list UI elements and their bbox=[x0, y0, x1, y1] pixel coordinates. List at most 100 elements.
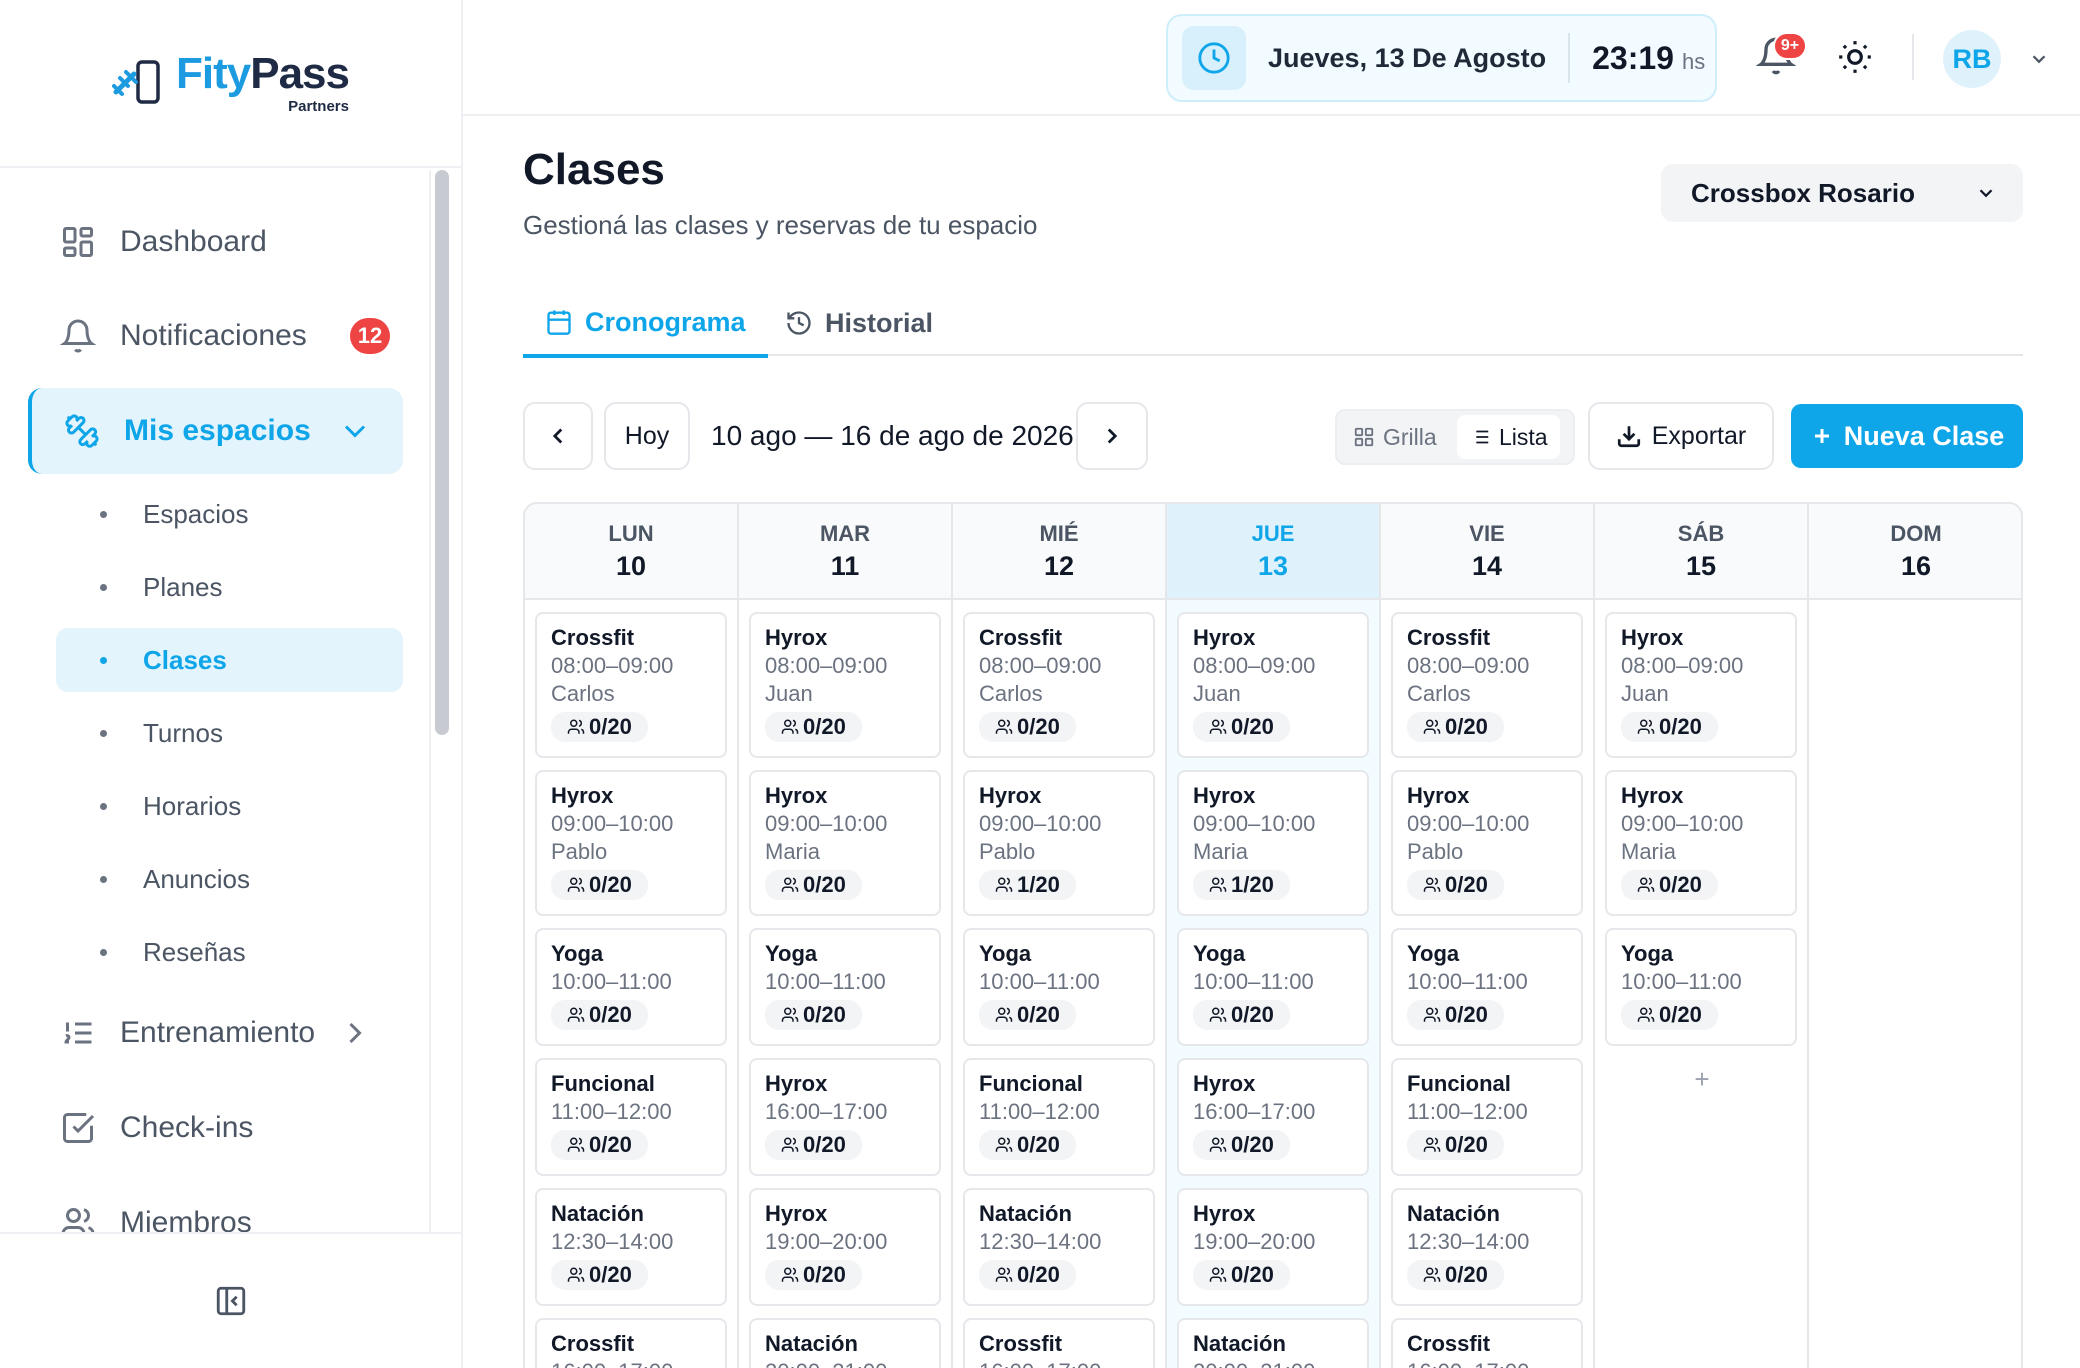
class-time: 09:00–10:00 bbox=[1193, 811, 1316, 836]
class-coach: Juan bbox=[765, 681, 813, 706]
class-card[interactable]: Crossfit 16:00–17:00 bbox=[1391, 1318, 1583, 1368]
day-column: DOM 16 bbox=[1809, 504, 2021, 1368]
class-time: 16:00–17:00 bbox=[979, 1358, 1139, 1368]
capacity-badge: 0/20 bbox=[1193, 1260, 1290, 1290]
class-card[interactable]: Hyrox 09:00–10:00 Pablo 0/20 bbox=[1391, 770, 1583, 916]
class-card[interactable]: Yoga 10:00–11:00 0/20 bbox=[963, 928, 1155, 1046]
sidebar-item-mis-espacios[interactable]: Mis espacios bbox=[28, 388, 403, 474]
sidebar-item-check-ins[interactable]: Check-ins bbox=[28, 1085, 403, 1171]
brand-name: FityPass bbox=[176, 48, 350, 98]
user-avatar[interactable]: RB bbox=[1943, 30, 2001, 88]
sidebar-subitem-resenas[interactable]: Reseñas bbox=[56, 920, 403, 984]
class-card[interactable]: Hyrox 19:00–20:00 0/20 bbox=[1177, 1188, 1369, 1306]
brand-logo[interactable]: FityPass Partners bbox=[112, 48, 350, 115]
class-card[interactable]: Hyrox 09:00–10:00 Pablo 0/20 bbox=[535, 770, 727, 916]
capacity-badge: 0/20 bbox=[1407, 1260, 1504, 1290]
sidebar-item-entrenamiento[interactable]: Entrenamiento bbox=[28, 990, 403, 1076]
chevron-right-icon bbox=[349, 1022, 362, 1044]
users-icon bbox=[1637, 719, 1655, 734]
class-card[interactable]: Crossfit 08:00–09:00 Carlos 0/20 bbox=[963, 612, 1155, 758]
tab-historial[interactable]: Historial bbox=[785, 290, 933, 356]
space-select[interactable]: Crossbox Rosario bbox=[1661, 164, 2023, 222]
view-list-button[interactable]: Lista bbox=[1457, 415, 1560, 459]
prev-week-button[interactable] bbox=[523, 402, 593, 470]
capacity-badge: 0/20 bbox=[979, 712, 1076, 742]
users-icon bbox=[1209, 877, 1227, 892]
theme-toggle-sun-icon[interactable] bbox=[1836, 38, 1874, 76]
class-card[interactable]: Hyrox 09:00–10:00 Maria 0/20 bbox=[749, 770, 941, 916]
class-card[interactable]: Natación 20:00–21:00 bbox=[749, 1318, 941, 1368]
datetime-widget: Jueves, 13 De Agosto 23:19 hs bbox=[1166, 14, 1717, 102]
class-card[interactable]: Hyrox 09:00–10:00 Pablo 1/20 bbox=[963, 770, 1155, 916]
class-card[interactable]: Hyrox 16:00–17:00 0/20 bbox=[1177, 1058, 1369, 1176]
class-time: 19:00–20:00 bbox=[1193, 1229, 1316, 1254]
class-card[interactable]: Yoga 10:00–11:00 0/20 bbox=[1605, 928, 1797, 1046]
class-card[interactable]: Funcional 11:00–12:00 0/20 bbox=[535, 1058, 727, 1176]
sidebar-item-dashboard[interactable]: Dashboard bbox=[28, 199, 403, 285]
class-card[interactable]: Crossfit 08:00–09:00 Carlos 0/20 bbox=[1391, 612, 1583, 758]
sidebar-subitem-clases[interactable]: Clases bbox=[56, 628, 403, 692]
class-card[interactable]: Natación 12:30–14:00 0/20 bbox=[963, 1188, 1155, 1306]
sidebar-subitem-turnos[interactable]: Turnos bbox=[56, 701, 403, 765]
class-card[interactable]: Hyrox 08:00–09:00 Juan 0/20 bbox=[749, 612, 941, 758]
collapse-sidebar-icon[interactable] bbox=[214, 1284, 248, 1318]
capacity-value: 0/20 bbox=[803, 1002, 846, 1027]
class-card[interactable]: Natación 12:30–14:00 0/20 bbox=[1391, 1188, 1583, 1306]
class-card[interactable]: Crossfit 08:00–09:00 Carlos 0/20 bbox=[535, 612, 727, 758]
capacity-badge: 0/20 bbox=[765, 1260, 862, 1290]
class-time: 16:00–17:00 bbox=[1193, 1099, 1316, 1124]
day-header: MAR 11 bbox=[739, 504, 951, 600]
next-week-button[interactable] bbox=[1076, 402, 1148, 470]
day-header: JUE 13 bbox=[1167, 504, 1379, 600]
sidebar-subitem-planes[interactable]: Planes bbox=[56, 555, 403, 619]
class-card[interactable]: Yoga 10:00–11:00 0/20 bbox=[749, 928, 941, 1046]
class-time: 08:00–09:00 bbox=[979, 653, 1102, 678]
capacity-value: 0/20 bbox=[589, 872, 632, 897]
date-range-label: 10 ago — 16 de ago de 2026 bbox=[711, 420, 1074, 451]
class-card[interactable]: Natación 12:30–14:00 0/20 bbox=[535, 1188, 727, 1306]
dumbbell-phone-icon bbox=[112, 60, 160, 104]
export-button[interactable]: Exportar bbox=[1588, 402, 1774, 470]
class-card[interactable]: Crossfit 16:00–17:00 bbox=[963, 1318, 1155, 1368]
add-class-slot-button[interactable]: + bbox=[1595, 1064, 1809, 1095]
sidebar-subitem-anuncios[interactable]: Anuncios bbox=[56, 847, 403, 911]
class-card[interactable]: Hyrox 08:00–09:00 Juan 0/20 bbox=[1177, 612, 1369, 758]
sidebar-item-miembros[interactable]: Miembros bbox=[28, 1180, 403, 1232]
users-icon bbox=[1423, 1137, 1441, 1152]
current-time: 23:19 bbox=[1592, 39, 1674, 76]
tab-cronograma[interactable]: Cronograma bbox=[523, 290, 768, 358]
class-name: Hyrox bbox=[1621, 625, 1684, 650]
capacity-badge: 0/20 bbox=[765, 1000, 862, 1030]
sidebar-subitem-espacios[interactable]: Espacios bbox=[56, 482, 403, 546]
class-card[interactable]: Hyrox 19:00–20:00 0/20 bbox=[749, 1188, 941, 1306]
sidebar-subitem-horarios[interactable]: Horarios bbox=[56, 774, 403, 838]
class-card[interactable]: Funcional 11:00–12:00 0/20 bbox=[963, 1058, 1155, 1176]
class-card[interactable]: Crossfit 16:00–17:00 bbox=[535, 1318, 727, 1368]
class-card[interactable]: Hyrox 16:00–17:00 0/20 bbox=[749, 1058, 941, 1176]
view-grid-button[interactable]: Grilla bbox=[1341, 415, 1449, 459]
chevron-down-icon[interactable] bbox=[2028, 48, 2050, 70]
class-card[interactable]: Hyrox 09:00–10:00 Maria 1/20 bbox=[1177, 770, 1369, 916]
users-icon bbox=[1637, 1007, 1655, 1022]
class-time: 10:00–11:00 bbox=[1407, 969, 1528, 994]
sidebar-item-notificaciones[interactable]: Notificaciones 12 bbox=[28, 293, 403, 379]
class-name: Funcional bbox=[551, 1071, 655, 1096]
users-icon bbox=[1637, 877, 1655, 892]
new-class-button[interactable]: Nueva Clase bbox=[1791, 404, 2023, 468]
class-card[interactable]: Natación 20:00–21:00 bbox=[1177, 1318, 1369, 1368]
sidebar: FityPass Partners Dashboard Notificacion… bbox=[0, 0, 463, 1368]
today-button[interactable]: Hoy bbox=[604, 402, 690, 470]
capacity-badge: 0/20 bbox=[1621, 712, 1718, 742]
class-time: 09:00–10:00 bbox=[765, 811, 888, 836]
class-card[interactable]: Hyrox 08:00–09:00 Juan 0/20 bbox=[1605, 612, 1797, 758]
chevron-right-icon bbox=[1107, 428, 1118, 444]
class-card[interactable]: Yoga 10:00–11:00 0/20 bbox=[1177, 928, 1369, 1046]
class-card[interactable]: Yoga 10:00–11:00 0/20 bbox=[535, 928, 727, 1046]
class-name: Crossfit bbox=[979, 1331, 1063, 1356]
class-card[interactable]: Hyrox 09:00–10:00 Maria 0/20 bbox=[1605, 770, 1797, 916]
sidebar-subitem-label: Clases bbox=[143, 644, 227, 675]
view-toggle: Grilla Lista bbox=[1335, 409, 1575, 465]
class-card[interactable]: Yoga 10:00–11:00 0/20 bbox=[1391, 928, 1583, 1046]
class-name: Yoga bbox=[979, 941, 1032, 966]
class-card[interactable]: Funcional 11:00–12:00 0/20 bbox=[1391, 1058, 1583, 1176]
